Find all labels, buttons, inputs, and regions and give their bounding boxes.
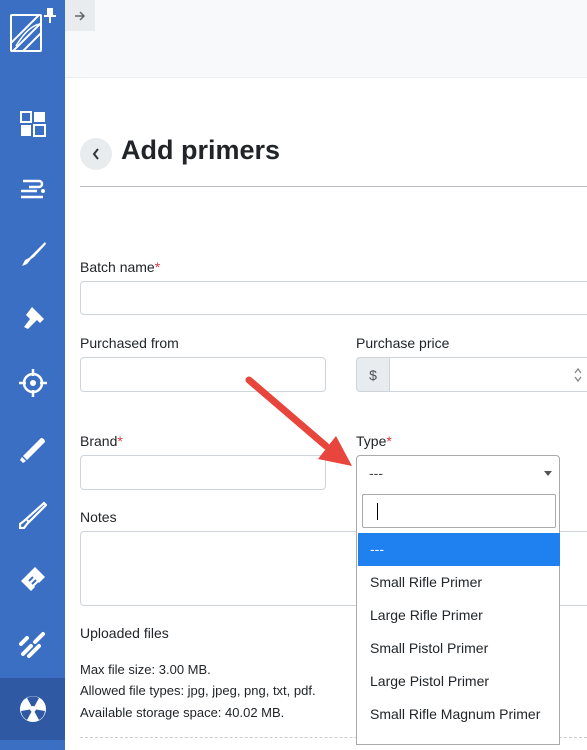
caret-down-icon	[544, 471, 552, 476]
top-bar	[65, 0, 587, 78]
pistol-icon	[23, 307, 44, 329]
purchase-price-input[interactable]	[389, 357, 587, 392]
sidebar-item-rifles[interactable]	[0, 224, 65, 284]
purchase-price-label: Purchase price	[356, 335, 450, 351]
storage-text: Available storage space: 40.02 MB.	[80, 705, 285, 720]
batch-name-label: Batch name*	[80, 259, 161, 275]
required-marker: *	[386, 433, 392, 449]
type-select-value: ---	[369, 465, 383, 481]
chevron-left-icon	[92, 148, 99, 160]
title-divider	[80, 186, 587, 187]
components-icon	[20, 179, 45, 199]
purchased-from-input[interactable]	[80, 357, 326, 392]
sidebar-item-cartridges[interactable]	[0, 420, 65, 480]
expand-sidebar-button[interactable]	[65, 0, 95, 31]
dropdown-option[interactable]: Small Rifle Magnum Primer	[358, 698, 560, 731]
type-select[interactable]: ---	[356, 455, 560, 490]
rifle-icon	[21, 242, 46, 266]
max-file-size-text: Max file size: 3.00 MB.	[80, 662, 211, 677]
type-label: Type*	[356, 433, 392, 449]
sidebar-item-ammo[interactable]	[0, 549, 65, 609]
notes-label: Notes	[80, 509, 117, 525]
brand-input[interactable]	[80, 455, 326, 490]
logo-icon	[10, 14, 42, 52]
cleaning-rod-icon	[18, 501, 47, 529]
dropdown-option[interactable]: Small Pistol Primer	[358, 632, 560, 665]
required-marker: *	[154, 259, 161, 275]
type-dropdown: --- Small Rifle Primer Large Rifle Prime…	[356, 489, 560, 745]
sidebar-item-ranges[interactable]	[0, 353, 65, 413]
purchased-from-label: Purchased from	[80, 335, 179, 351]
currency-addon: $	[356, 357, 390, 392]
sidebar-item-powder[interactable]	[0, 678, 65, 740]
arrow-right-icon	[75, 10, 86, 21]
sidebar-item-cleaning[interactable]	[0, 485, 65, 545]
sidebar	[0, 0, 65, 750]
back-button[interactable]	[80, 138, 112, 170]
pin-icon[interactable]	[44, 8, 56, 29]
uploaded-files-label: Uploaded files	[80, 625, 169, 641]
dropdown-option[interactable]: Large Pistol Primer	[358, 665, 560, 698]
cartridge-icon	[19, 438, 45, 463]
brand-label: Brand*	[80, 433, 123, 449]
dropdown-option[interactable]: Small Rifle Primer	[358, 566, 560, 599]
number-spinner-icon[interactable]	[574, 367, 582, 383]
dropdown-option[interactable]: Large Rifle Primer	[358, 599, 560, 632]
app-logo[interactable]	[0, 0, 65, 78]
batch-name-input[interactable]	[80, 281, 587, 315]
target-icon	[18, 369, 47, 397]
text-cursor	[377, 503, 378, 520]
allowed-file-types-text: Allowed file types: jpg, jpeg, png, txt,…	[80, 683, 316, 698]
powder-icon	[19, 696, 46, 722]
bullets-icon	[18, 632, 45, 658]
dashboard-icon	[19, 111, 46, 137]
dropdown-option[interactable]: ---	[358, 533, 560, 566]
sidebar-item-bullets[interactable]	[0, 614, 65, 674]
page-title: Add primers	[121, 135, 281, 165]
required-marker: *	[117, 433, 123, 449]
sidebar-item-dashboard[interactable]	[0, 94, 65, 154]
sidebar-item-pistols[interactable]	[0, 288, 65, 348]
sidebar-item-components[interactable]	[0, 158, 65, 218]
dropdown-search-input[interactable]	[362, 494, 556, 528]
ammo-box-icon	[20, 567, 45, 591]
